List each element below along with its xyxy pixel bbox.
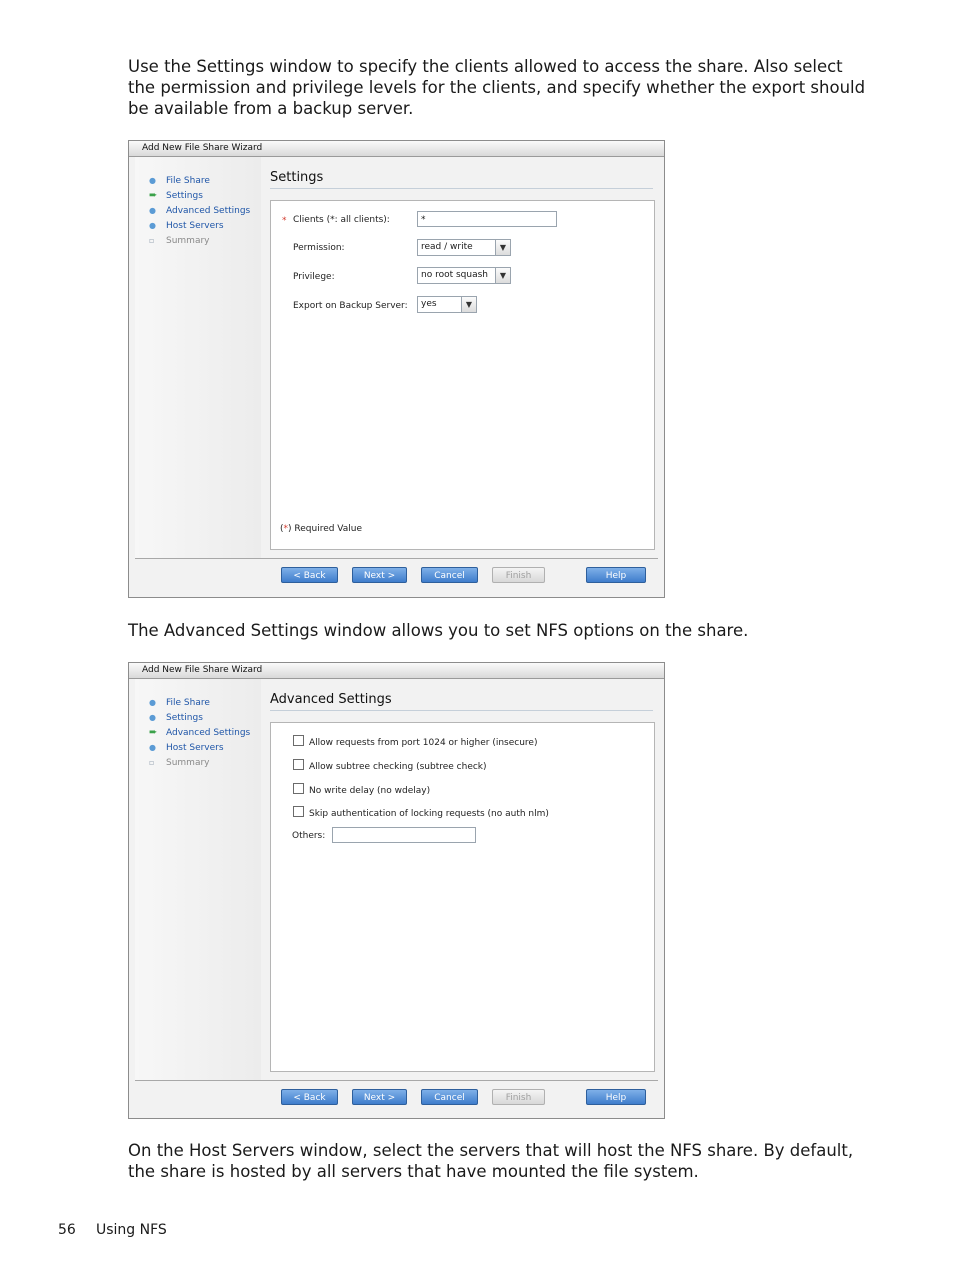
panel-title: Advanced Settings (270, 690, 653, 711)
arrow-right-icon: ➨ (149, 727, 158, 738)
nav-step-summary: ▫ Summary (149, 236, 210, 246)
back-button[interactable]: < Back (281, 1089, 338, 1105)
wizard-steps-nav: ● File Share ➨ Settings ● Advanced Settings… (135, 157, 261, 559)
finish-button: Finish (492, 567, 545, 583)
next-button[interactable]: Next > (352, 1089, 407, 1105)
privilege-select[interactable]: no root squash ▼ (417, 267, 511, 284)
export-backup-select[interactable]: yes ▼ (417, 296, 477, 313)
wizard-steps-nav: ● File Share ● Settings ➨ Advanced Settings… (135, 679, 261, 1080)
option-no-wdelay[interactable]: No write delay (no wdelay) (293, 783, 430, 796)
privilege-label: Privilege: (293, 272, 335, 282)
cancel-button[interactable]: Cancel (421, 1089, 478, 1105)
nav-step-file-share[interactable]: ● File Share (149, 696, 210, 710)
checkbox[interactable] (293, 783, 304, 794)
clients-label: Clients (*: all clients): (293, 215, 390, 225)
button-separator (135, 558, 658, 559)
checkbox[interactable] (293, 806, 304, 817)
checkbox[interactable] (293, 735, 304, 746)
dot-icon: ● (149, 176, 156, 185)
help-button[interactable]: Help (586, 567, 646, 583)
nav-step-summary: ▫ Summary (149, 758, 210, 768)
advanced-settings-wizard-window: Add New File Share Wizard ● File Share ● S… (128, 662, 665, 1119)
permission-select[interactable]: read / write ▼ (417, 239, 511, 256)
nav-step-file-share[interactable]: ● File Share (149, 174, 210, 188)
option-subtree-check[interactable]: Allow subtree checking (subtree check) (293, 759, 487, 772)
export-backup-label: Export on Backup Server: (293, 301, 408, 311)
wizard-title: Add New File Share Wizard (129, 141, 664, 157)
nav-step-settings[interactable]: ➨ Settings (149, 189, 203, 203)
panel-title: Settings (270, 168, 653, 189)
nav-step-host-servers[interactable]: ● Host Servers (149, 219, 224, 233)
option-no-auth-nlm[interactable]: Skip authentication of locking requests … (293, 806, 549, 819)
settings-wizard-window: Add New File Share Wizard ● File Share ➨ S… (128, 140, 665, 598)
help-button[interactable]: Help (586, 1089, 646, 1105)
clients-input[interactable]: * (417, 211, 557, 227)
back-button[interactable]: < Back (281, 567, 338, 583)
section-name: Using NFS (96, 1222, 167, 1238)
option-insecure[interactable]: Allow requests from port 1024 or higher … (293, 735, 537, 748)
square-icon: ▫ (149, 758, 155, 767)
wizard-title: Add New File Share Wizard (129, 663, 664, 679)
others-input[interactable] (332, 827, 476, 843)
required-value-note: (*) Required Value (280, 524, 363, 534)
cancel-button[interactable]: Cancel (421, 567, 478, 583)
dot-icon: ● (149, 743, 156, 752)
chevron-down-icon: ▼ (495, 268, 510, 283)
middle-paragraph: The Advanced Settings window allows you … (128, 621, 749, 640)
nav-step-advanced-settings[interactable]: ● Advanced Settings (149, 204, 250, 218)
page-number: 56 (58, 1222, 76, 1238)
intro-paragraph: Use the Settings window to specify the c… (128, 57, 866, 118)
square-icon: ▫ (149, 236, 155, 245)
settings-panel: * Clients (*: all clients): * Permission… (270, 200, 655, 550)
advanced-settings-panel: Allow requests from port 1024 or higher … (270, 722, 655, 1072)
nav-step-advanced-settings[interactable]: ➨ Advanced Settings (149, 726, 250, 740)
nav-step-host-servers[interactable]: ● Host Servers (149, 741, 224, 755)
finish-button: Finish (492, 1089, 545, 1105)
dot-icon: ● (149, 206, 156, 215)
chevron-down-icon: ▼ (495, 240, 510, 255)
required-marker: * (282, 216, 287, 226)
nav-step-settings[interactable]: ● Settings (149, 711, 203, 725)
closing-paragraph: On the Host Servers window, select the s… (128, 1141, 854, 1181)
others-label: Others: (292, 831, 326, 841)
dot-icon: ● (149, 698, 156, 707)
button-separator (135, 1080, 658, 1081)
chevron-down-icon: ▼ (461, 297, 476, 312)
permission-label: Permission: (293, 243, 345, 253)
dot-icon: ● (149, 221, 156, 230)
page-footer: 56 Using NFS (58, 1222, 167, 1238)
next-button[interactable]: Next > (352, 567, 407, 583)
dot-icon: ● (149, 713, 156, 722)
arrow-right-icon: ➨ (149, 190, 158, 201)
checkbox[interactable] (293, 759, 304, 770)
